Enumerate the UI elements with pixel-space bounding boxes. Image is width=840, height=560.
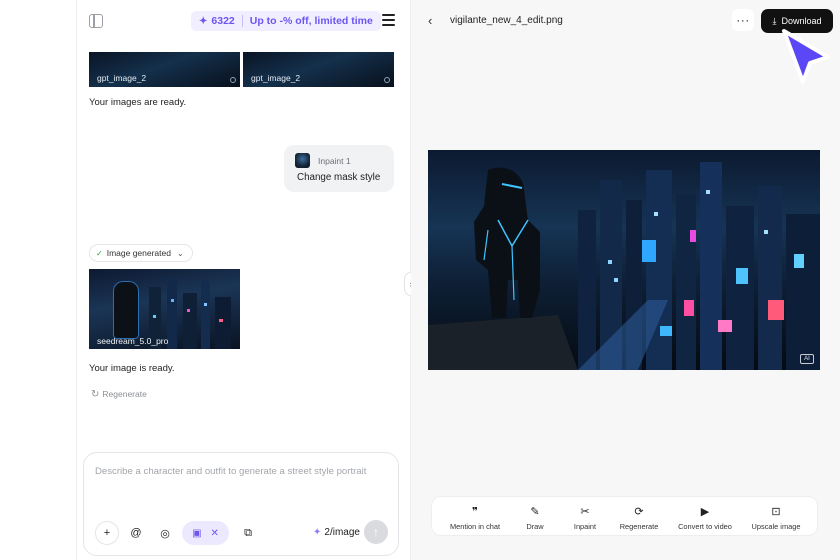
thumbnail-caption: seedream_5.0_pro — [97, 336, 169, 346]
thumbnail-caption: gpt_image_2 — [251, 73, 301, 83]
upscale-icon: ⊡ — [771, 506, 781, 518]
tool-label: Mention in chat — [449, 522, 501, 531]
tool-label: Draw — [526, 522, 544, 531]
credits-count: 6322 — [211, 15, 235, 27]
refresh-icon: ⟳ — [634, 506, 644, 518]
status-pill[interactable]: ✓ Image generated ⌄ — [89, 244, 193, 262]
image-mode-chip[interactable]: ▣ ✕ — [182, 521, 229, 545]
prompt-placeholder[interactable]: Describe a character and outfit to gener… — [95, 466, 366, 477]
file-name: vigilante_new_4_edit.png — [450, 15, 563, 26]
style-button[interactable]: ◎ — [153, 521, 177, 545]
remove-icon[interactable]: ✕ — [211, 528, 219, 539]
send-button[interactable]: ↑ — [364, 520, 388, 544]
at-sign-icon: @ — [130, 527, 142, 539]
aspect-ratio-button[interactable]: ⧉ — [236, 521, 260, 545]
tool-label: Upscale image — [751, 522, 801, 531]
aperture-icon: ◎ — [160, 527, 170, 540]
status-label: Image generated — [106, 248, 171, 258]
image-viewer: ‹ vigilante_new_4_edit.png ··· ⤓ Downloa… — [411, 0, 840, 560]
generated-image-thumbnail[interactable]: seedream_5.0_pro — [89, 269, 240, 349]
thumbnail-badge-icon — [230, 77, 236, 83]
promo-banner[interactable]: ✦ 6322 Up to -% off, limited time — [191, 11, 381, 31]
back-chevron-icon[interactable]: ‹ — [428, 13, 432, 28]
prompt-composer[interactable]: Describe a character and outfit to gener… — [83, 452, 399, 556]
sparkle-icon: ✦ — [199, 15, 208, 27]
quote-icon: ❞ — [472, 506, 478, 518]
more-options-button[interactable]: ··· — [732, 9, 754, 31]
tool-label: Regenerate — [619, 522, 659, 531]
scissors-icon: ✂ — [580, 506, 590, 518]
armored-figure — [113, 281, 139, 339]
play-icon: ▶ — [700, 506, 710, 518]
refresh-icon: ↻ — [91, 389, 100, 400]
mention-button[interactable]: @ — [124, 521, 148, 545]
image-icon: ▣ — [192, 527, 202, 539]
history-stack-icon[interactable] — [382, 14, 395, 28]
brush-icon: ✎ — [530, 506, 540, 518]
chat-top-bar: ✦ 6322 Up to -% off, limited time — [77, 0, 410, 44]
upscale-image-button[interactable]: ⊡ Upscale image — [741, 505, 811, 531]
check-icon: ✓ — [96, 248, 103, 258]
sparkle-icon: ✦ — [313, 527, 322, 538]
plus-icon: + — [103, 527, 111, 539]
crop-icon: ⧉ — [244, 526, 252, 539]
vigilante-city-scene — [428, 162, 820, 370]
image-cost: ✦ 2/image — [313, 527, 360, 538]
sidebar-toggle-icon[interactable] — [89, 14, 103, 28]
download-label: Download — [781, 16, 822, 26]
user-message-bubble: Inpaint 1 Change mask style — [284, 145, 394, 192]
regenerate-label: Regenerate — [102, 389, 147, 399]
tool-label: Convert to video — [678, 522, 732, 531]
reference-image-thumbnail[interactable] — [295, 153, 310, 168]
promo-divider — [241, 15, 243, 27]
image-cost-label: 2/image — [324, 527, 360, 538]
convert-to-video-button[interactable]: ▶ Convert to video — [670, 505, 740, 531]
regenerate-link[interactable]: ↻ Regenerate — [91, 389, 147, 400]
result-thumbnail[interactable]: gpt_image_2 — [243, 52, 394, 87]
assistant-message: Your image is ready. — [89, 363, 175, 374]
thumbnail-badge-icon — [384, 77, 390, 83]
reference-label: Inpaint 1 — [318, 156, 351, 166]
pointer-cursor-icon — [782, 29, 830, 84]
promo-offer: Up to -% off, limited time — [249, 15, 373, 27]
add-attachment-button[interactable]: + — [95, 521, 119, 545]
user-message-text: Change mask style — [297, 172, 381, 183]
chat-panel: ✦ 6322 Up to -% off, limited time gpt_im… — [76, 0, 411, 560]
arrow-up-icon: ↑ — [373, 525, 379, 539]
ellipsis-icon: ··· — [736, 13, 750, 27]
download-icon: ⤓ — [772, 15, 777, 26]
tool-label: Inpaint — [573, 522, 597, 531]
chevron-down-icon: ⌄ — [176, 248, 184, 258]
image-actions-toolbar: ❞ Mention in chat ✎ Draw ✂ Inpaint ⟳ Reg… — [431, 496, 818, 536]
thumbnail-caption: gpt_image_2 — [97, 73, 147, 83]
generated-image[interactable]: AI — [428, 150, 820, 370]
ai-badge: AI — [800, 354, 814, 364]
result-thumbnail[interactable]: gpt_image_2 — [89, 52, 240, 87]
assistant-message: Your images are ready. — [89, 97, 187, 108]
regenerate-button[interactable]: ⟳ Regenerate — [604, 505, 674, 531]
